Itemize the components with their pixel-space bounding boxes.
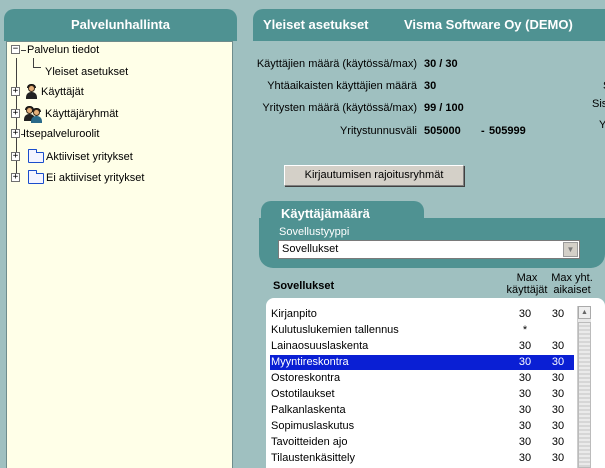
user-count-title: Käyttäjämäärä <box>261 201 424 226</box>
table-row[interactable]: Kirjanpito 30 30 <box>270 307 574 322</box>
tree-item-label: Yleiset asetukset <box>45 66 129 78</box>
application-name: Kulutuslukemien tallennus <box>271 324 399 336</box>
tree-item-users[interactable]: + Käyttäjät <box>10 84 130 100</box>
tree-item-user-groups[interactable]: + Käyttäjäryhmät <box>10 106 150 123</box>
company-id-range-to: 505999 <box>489 125 526 137</box>
tree-item-general-settings[interactable]: Yleiset asetukset <box>45 64 128 80</box>
tree-item-label: Aktiiviset yritykset <box>46 151 133 163</box>
application-name: Kirjanpito <box>271 308 317 320</box>
application-type-label: Sovellustyyppi <box>279 226 350 238</box>
max-users-value: 30 <box>518 436 532 448</box>
tree-item-active-companies[interactable]: + Aktiiviset yritykset <box>10 149 170 165</box>
expand-toggle[interactable]: + <box>11 87 20 96</box>
max-concurrent-value: 30 <box>551 308 565 320</box>
expand-toggle[interactable]: + <box>11 173 20 182</box>
max-concurrent-value: 30 <box>551 452 565 464</box>
max-concurrent-value: 30 <box>551 420 565 432</box>
table-row[interactable]: Myyntireskontra 30 30 <box>270 355 574 370</box>
max-users-value: * <box>522 324 528 336</box>
max-concurrent-value: 30 <box>551 356 565 368</box>
application-name: Myyntireskontra <box>271 356 349 368</box>
user-icon <box>24 84 38 99</box>
folder-icon <box>28 149 44 163</box>
max-users-value: 30 <box>518 404 532 416</box>
tree-item-label: Käyttäjät <box>41 86 84 98</box>
cutoff-label: Y <box>599 119 605 131</box>
users-count-label: Käyttäjien määrä (käytössä/max) <box>256 58 417 70</box>
max-concurrent-value: 30 <box>551 404 565 416</box>
login-restriction-groups-button[interactable]: Kirjautumisen rajoitusryhmät <box>284 165 464 186</box>
table-row[interactable]: Ostotilaukset 30 30 <box>270 387 574 402</box>
expand-toggle[interactable]: + <box>11 109 20 118</box>
cutoff-label: Sis <box>592 98 605 110</box>
max-concurrent-value: 30 <box>551 340 565 352</box>
table-row[interactable]: Sopimuslaskutus 30 30 <box>270 419 574 434</box>
application-name: Ostotilaukset <box>271 388 335 400</box>
max-concurrent-value: 30 <box>551 436 565 448</box>
table-row[interactable]: Kulutuslukemien tallennus * <box>270 323 574 338</box>
tree-item-label: Palvelun tiedot <box>27 44 100 56</box>
collapse-toggle[interactable]: − <box>11 45 20 54</box>
column-header-max-users: Max käyttäjät <box>506 272 548 296</box>
application-type-value: Sovellukset <box>282 243 339 255</box>
max-users-value: 30 <box>518 308 532 320</box>
folder-icon <box>28 170 44 184</box>
navigation-tree: − Palvelun tiedot Yleiset asetukset + Kä… <box>6 41 233 468</box>
table-row[interactable]: Palkanlaskenta 30 30 <box>270 403 574 418</box>
users-count-value: 30 / 30 <box>424 58 458 70</box>
max-users-value: 30 <box>518 420 532 432</box>
max-users-value: 30 <box>518 452 532 464</box>
table-row[interactable]: Tilaustenkäsittely 30 30 <box>270 451 574 466</box>
expand-toggle[interactable]: + <box>11 129 20 138</box>
application-name: Palkanlaskenta <box>271 404 346 416</box>
application-name: Tavoitteiden ajo <box>271 436 348 448</box>
table-row[interactable]: Lainaosuuslaskenta 30 30 <box>270 339 574 354</box>
application-name: Lainaosuuslaskenta <box>271 340 369 352</box>
tree-item-label: Ei aktiiviset yritykset <box>46 172 145 184</box>
settings-header: Yleiset asetukset Visma Software Oy (DEM… <box>253 9 605 41</box>
scrollbar[interactable]: ▲ <box>577 306 591 468</box>
concurrent-users-label: Yhtäaikaisten käyttäjien määrä <box>267 80 417 92</box>
max-concurrent-value: 30 <box>551 372 565 384</box>
company-name: Visma Software Oy (DEMO) <box>404 17 573 32</box>
tree-item-inactive-companies[interactable]: + Ei aktiiviset yritykset <box>10 170 180 186</box>
left-panel-title: Palvelunhallinta <box>4 9 237 41</box>
application-type-select[interactable]: Sovellukset ▼ <box>278 240 580 259</box>
max-users-value: 30 <box>518 356 532 368</box>
application-name: Tilaustenkäsittely <box>271 452 355 464</box>
tree-item-label: Käyttäjäryhmät <box>45 108 119 120</box>
scroll-up-icon[interactable]: ▲ <box>578 306 591 319</box>
companies-count-label: Yritysten määrä (käytössä/max) <box>262 102 417 114</box>
table-row[interactable]: Tavoitteiden ajo 30 30 <box>270 435 574 450</box>
application-name: Ostoreskontra <box>271 372 341 384</box>
applications-title: Sovellukset <box>273 280 335 292</box>
applications-list[interactable]: Kirjanpito 30 30 Kulutuslukemien tallennus *… <box>266 298 605 468</box>
company-id-range-separator: - <box>481 125 485 137</box>
application-name: Sopimuslaskutus <box>271 420 355 432</box>
tree-item-label: Itsepalveluroolit <box>23 128 100 140</box>
company-id-range-from: 505000 <box>424 125 461 137</box>
chevron-down-icon[interactable]: ▼ <box>563 242 578 257</box>
max-users-value: 30 <box>518 372 532 384</box>
max-users-value: 30 <box>518 388 532 400</box>
max-users-value: 30 <box>518 340 532 352</box>
table-row[interactable]: Ostoreskontra 30 30 <box>270 371 574 386</box>
column-header-max-concurrent: Max yht. aikaiset <box>551 272 593 296</box>
scrollbar-thumb[interactable] <box>578 322 591 468</box>
concurrent-users-value: 30 <box>424 80 437 92</box>
page-title: Yleiset asetukset <box>263 17 369 32</box>
expand-toggle[interactable]: + <box>11 152 20 161</box>
company-id-range-label: Yritystunnusväli <box>339 125 417 137</box>
companies-count-value: 99 / 100 <box>424 102 464 114</box>
tree-item-self-service-roles[interactable]: + Itsepalveluroolit <box>10 126 150 142</box>
max-concurrent-value: 30 <box>551 388 565 400</box>
